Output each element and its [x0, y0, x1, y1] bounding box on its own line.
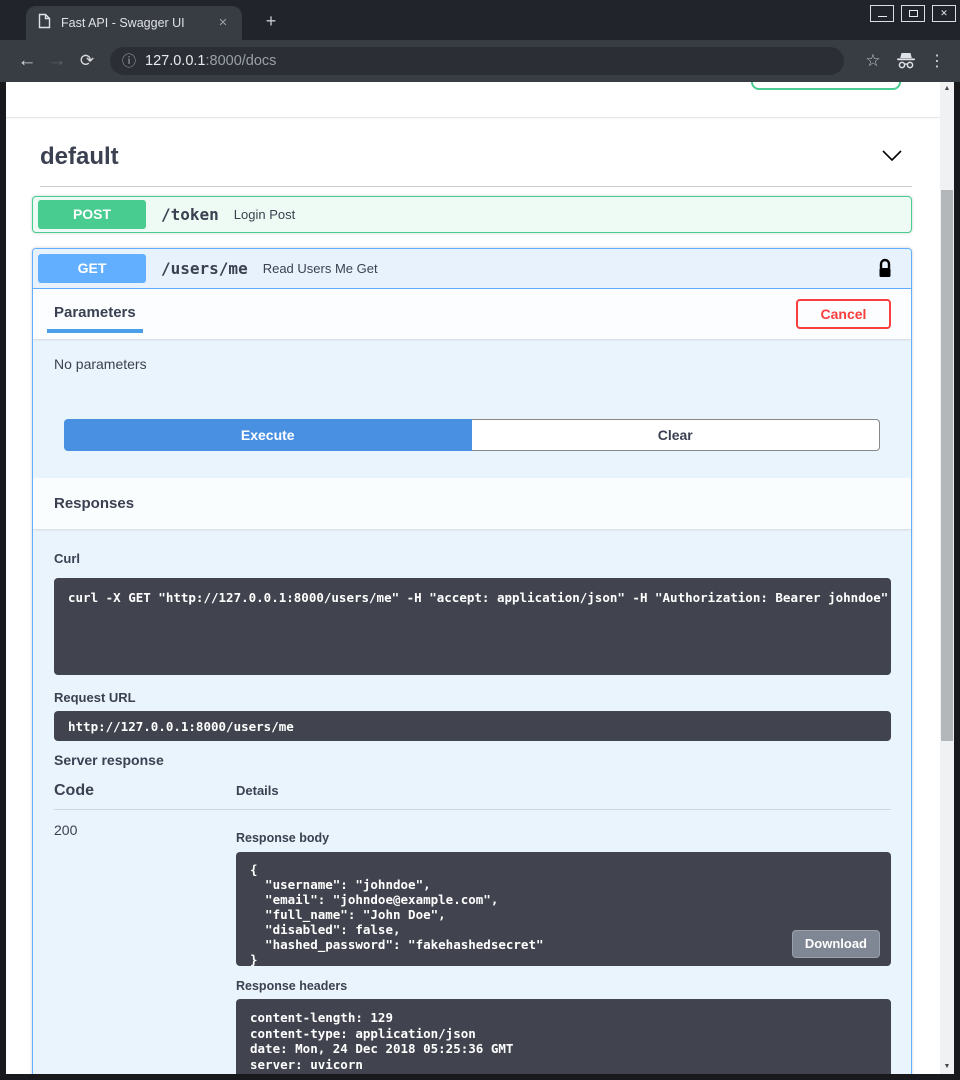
tab-parameters[interactable]: Parameters: [47, 289, 143, 333]
close-window-button[interactable]: ✕: [932, 5, 956, 22]
clear-button[interactable]: Clear: [472, 419, 881, 451]
details-column-header: Details: [236, 781, 279, 800]
maximize-button[interactable]: [901, 5, 925, 22]
cancel-button[interactable]: Cancel: [796, 299, 891, 329]
swagger-page: default POST /token Login Post GET /user…: [6, 82, 940, 1074]
get-method-badge: GET: [38, 254, 146, 283]
section-divider: [6, 117, 940, 118]
post-summary: Login Post: [234, 207, 295, 222]
minimize-icon: [878, 16, 887, 17]
authorize-button-partial[interactable]: [751, 82, 901, 90]
download-button[interactable]: Download: [792, 930, 880, 958]
auth-lock-icon[interactable]: [877, 258, 893, 280]
scrollbar-thumb[interactable]: [941, 190, 953, 741]
url-path: :8000/docs: [205, 53, 276, 69]
opblock-get-users-me: GET /users/me Read Users Me Get Paramete…: [32, 248, 912, 1074]
response-headers-block: content-length: 129 content-type: applic…: [236, 999, 891, 1074]
server-response-label: Server response: [54, 752, 891, 768]
post-path: /token: [161, 205, 219, 224]
bookmark-star-icon[interactable]: ☆: [858, 51, 888, 71]
execute-row: Execute Clear: [64, 419, 880, 451]
maximize-icon: [909, 10, 918, 17]
scroll-up-icon[interactable]: ▲: [940, 82, 954, 96]
url-bar[interactable]: ⓘ 127.0.0.1 :8000/docs: [110, 47, 844, 75]
document-icon: [38, 13, 51, 34]
response-headers-label: Response headers: [236, 979, 891, 994]
responses-title: Responses: [54, 495, 134, 512]
tab-title: Fast API - Swagger UI: [61, 16, 214, 30]
get-summary-row[interactable]: GET /users/me Read Users Me Get: [33, 249, 911, 289]
response-body-label: Response body: [236, 831, 891, 846]
curl-label: Curl: [54, 551, 891, 567]
window-controls: ✕: [870, 5, 956, 22]
chevron-down-icon[interactable]: [880, 145, 904, 170]
response-table-header: Code Details: [54, 781, 891, 810]
response-row-200: 200 Response body { "username": "johndoe…: [54, 822, 891, 1074]
parameters-header: Parameters Cancel: [33, 289, 911, 339]
minimize-button[interactable]: [870, 5, 894, 22]
response-details: Response body { "username": "johndoe", "…: [236, 822, 891, 1074]
no-parameters-text: No parameters: [54, 356, 911, 373]
heading-divider: [40, 186, 912, 187]
incognito-icon: [888, 51, 924, 71]
post-method-badge: POST: [38, 200, 146, 229]
responses-body: Curl curl -X GET "http://127.0.0.1:8000/…: [33, 529, 911, 1074]
get-path: /users/me: [161, 259, 248, 278]
page-scrollbar[interactable]: ▲ ▼: [940, 82, 954, 1074]
forward-icon[interactable]: →: [42, 50, 72, 72]
response-body-json: { "username": "johndoe", "email": "johnd…: [250, 862, 544, 966]
code-column-header: Code: [54, 781, 236, 800]
scroll-down-icon[interactable]: ▼: [940, 1060, 954, 1074]
info-icon[interactable]: ⓘ: [122, 51, 136, 71]
status-code: 200: [54, 822, 236, 1074]
section-title: default: [40, 143, 119, 171]
response-body-block: { "username": "johndoe", "email": "johnd…: [236, 852, 891, 966]
tab-close-icon[interactable]: ✕: [214, 14, 232, 32]
browser-window: Fast API - Swagger UI ✕ + ✕ ← → ⟳ ⓘ 127.…: [0, 0, 960, 1080]
browser-tab[interactable]: Fast API - Swagger UI ✕: [26, 6, 242, 40]
browser-toolbar: ← → ⟳ ⓘ 127.0.0.1 :8000/docs ☆ ⋮: [0, 40, 960, 82]
back-icon[interactable]: ←: [12, 50, 42, 72]
request-url-block: http://127.0.0.1:8000/users/me: [54, 711, 891, 741]
new-tab-button[interactable]: +: [258, 9, 284, 35]
opblock-post-token[interactable]: POST /token Login Post: [32, 196, 912, 233]
request-url-label: Request URL: [54, 690, 891, 706]
reload-icon[interactable]: ⟳: [72, 51, 102, 71]
parameters-body: No parameters Execute Clear: [33, 339, 911, 478]
responses-header: Responses: [33, 478, 911, 529]
curl-command-block[interactable]: curl -X GET "http://127.0.0.1:8000/users…: [54, 578, 891, 675]
browser-menu-icon[interactable]: ⋮: [924, 51, 950, 71]
tab-strip: Fast API - Swagger UI ✕ + ✕: [0, 0, 960, 40]
url-host: 127.0.0.1: [145, 53, 205, 69]
execute-button[interactable]: Execute: [64, 419, 472, 451]
get-summary: Read Users Me Get: [263, 261, 378, 276]
default-section-header[interactable]: default: [40, 143, 912, 171]
